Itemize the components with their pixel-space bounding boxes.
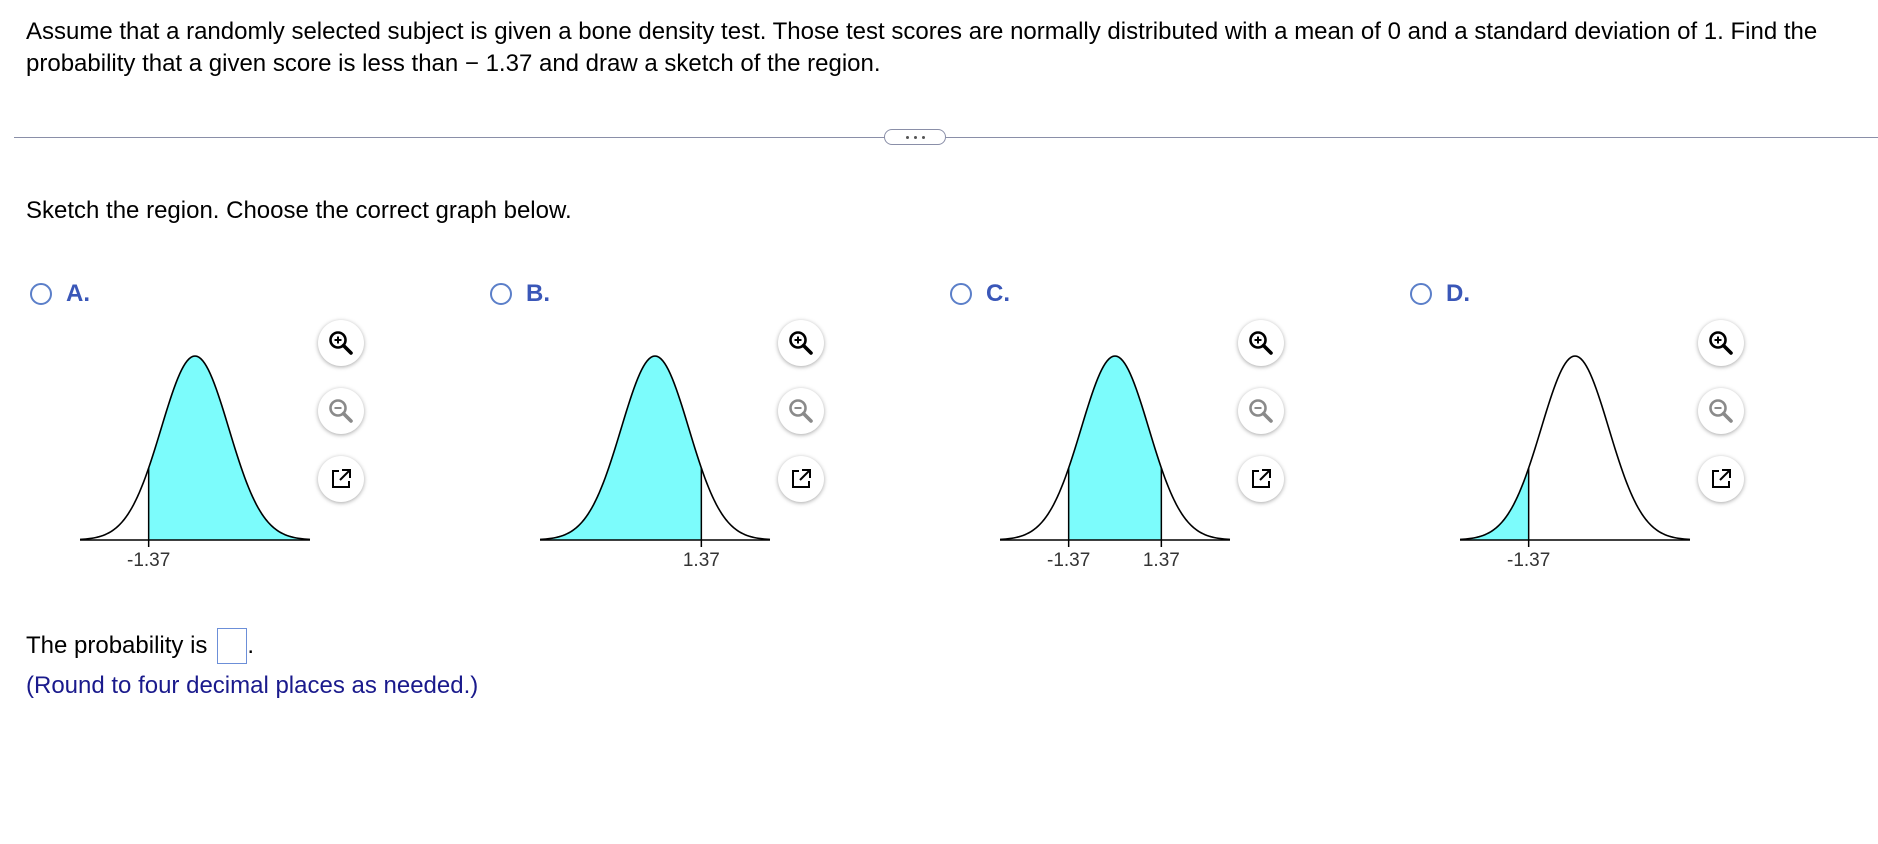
option-c-letter: C.	[986, 280, 1010, 307]
answer-prefix: The probability is	[26, 632, 208, 659]
popout-icon	[792, 469, 811, 488]
option-c-choice[interactable]: C.	[950, 280, 1010, 308]
radio-b[interactable]	[490, 283, 512, 305]
zoom-out-icon	[329, 399, 353, 423]
zoom-out-icon	[789, 399, 813, 423]
option-c: C. -1.37 1.37	[950, 270, 1410, 580]
graph-d-label-1: -1.37	[1507, 550, 1550, 570]
prompt-text: Sketch the region. Choose the correct gr…	[26, 197, 572, 224]
radio-a[interactable]	[30, 283, 52, 305]
popout-button[interactable]	[318, 456, 364, 502]
zoom-in-button[interactable]	[778, 320, 824, 366]
zoom-in-icon	[329, 331, 353, 355]
option-d-choice[interactable]: D.	[1410, 280, 1470, 308]
zoom-out-button[interactable]	[318, 388, 364, 434]
graph-a: -1.37	[80, 355, 311, 570]
option-d: D. -1.37	[1410, 270, 1870, 580]
graph-d: -1.37	[1460, 355, 1691, 570]
popout-button[interactable]	[778, 456, 824, 502]
answer-suffix: .	[247, 632, 255, 659]
question-text: Assume that a randomly selected subject …	[26, 18, 1818, 77]
radio-c[interactable]	[950, 283, 972, 305]
option-b-letter: B.	[526, 280, 550, 307]
more-button[interactable]	[884, 129, 946, 145]
zoom-in-button[interactable]	[1698, 320, 1744, 366]
probability-input[interactable]	[217, 628, 248, 664]
zoom-out-button[interactable]	[1698, 388, 1744, 434]
graph-b-shade	[540, 356, 702, 540]
option-b: B. 1.37	[490, 270, 950, 580]
zoom-out-icon	[1249, 399, 1273, 423]
graph-b: 1.37	[540, 355, 771, 570]
more-dot-icon	[905, 135, 909, 139]
more-dot-icon	[913, 135, 917, 139]
option-a-letter: A.	[66, 280, 90, 307]
graph-c-label-2: 1.37	[1143, 550, 1180, 570]
graph-a-shade	[148, 356, 310, 540]
popout-button[interactable]	[1238, 456, 1284, 502]
graph-c: -1.37 1.37	[1000, 355, 1231, 570]
zoom-in-button[interactable]	[1238, 320, 1284, 366]
zoom-out-icon	[1709, 399, 1733, 423]
more-dot-icon	[921, 135, 925, 139]
zoom-in-button[interactable]	[318, 320, 364, 366]
option-a: A. -1.37	[30, 270, 490, 580]
section-divider	[14, 137, 1878, 138]
graph-c-label-1: -1.37	[1047, 550, 1090, 570]
graph-d-curve	[1460, 355, 1691, 541]
zoom-out-button[interactable]	[1238, 388, 1284, 434]
option-a-choice[interactable]: A.	[30, 280, 90, 308]
zoom-in-icon	[1709, 331, 1733, 355]
popout-icon	[1712, 469, 1731, 488]
answer-row: The probability is .	[26, 628, 254, 664]
rounding-hint: (Round to four decimal places as needed.…	[26, 672, 479, 699]
graph-a-label-1: -1.37	[127, 550, 170, 570]
option-d-letter: D.	[1446, 280, 1470, 307]
popout-icon	[332, 469, 351, 488]
popout-icon	[1252, 469, 1271, 488]
graph-c-shade	[1068, 356, 1162, 540]
zoom-in-icon	[789, 331, 813, 355]
radio-d[interactable]	[1410, 283, 1432, 305]
option-b-choice[interactable]: B.	[490, 280, 550, 308]
zoom-out-button[interactable]	[778, 388, 824, 434]
popout-button[interactable]	[1698, 456, 1744, 502]
zoom-in-icon	[1249, 331, 1273, 355]
graph-b-label-1: 1.37	[683, 550, 720, 570]
